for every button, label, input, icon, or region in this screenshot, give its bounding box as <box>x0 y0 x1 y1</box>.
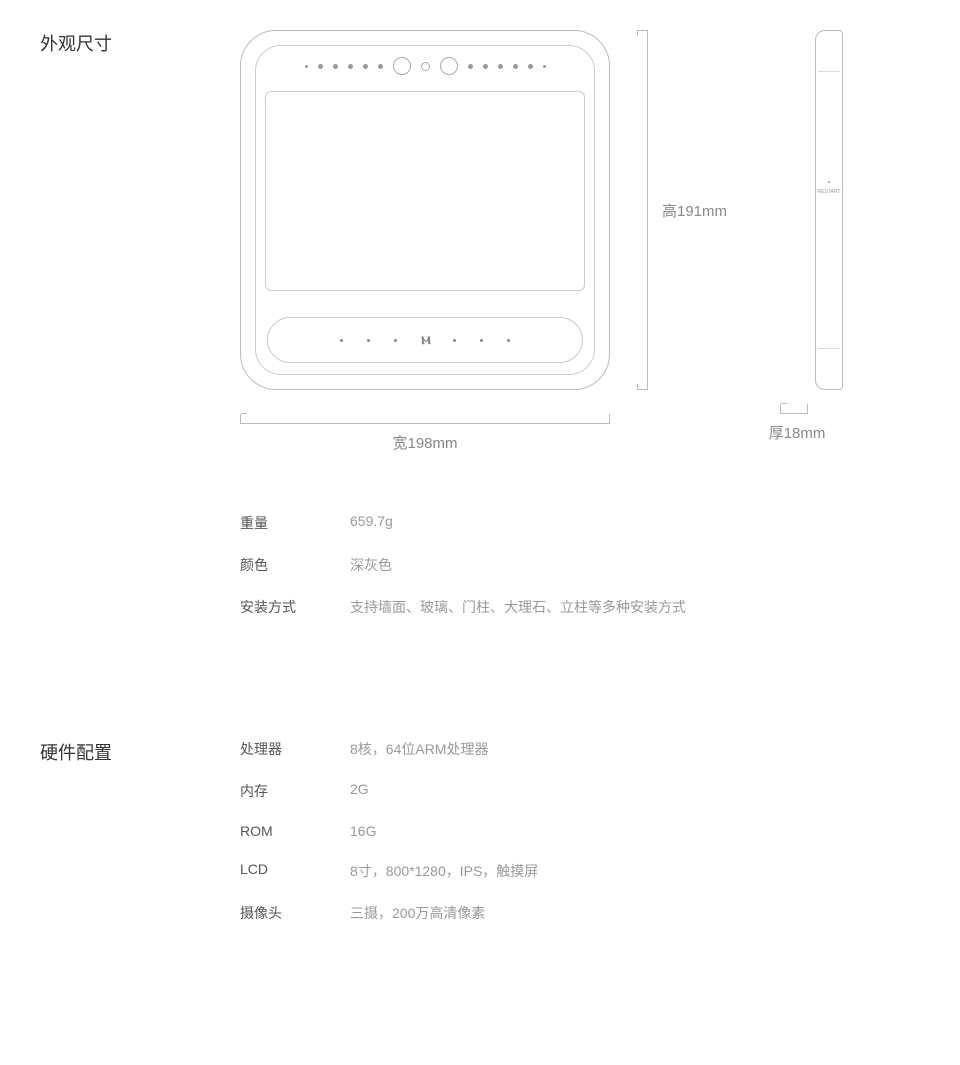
height-label: 高191mm <box>662 200 727 221</box>
button-dot <box>507 339 510 342</box>
spec-row: 处理器 8核，64位ARM处理器 <box>240 739 920 759</box>
page-container: 外观尺寸 <box>0 0 960 1065</box>
sensor-row <box>241 57 609 75</box>
side-seam <box>818 348 840 349</box>
spec-row: 内存 2G <box>240 781 920 801</box>
height-guide: 高191mm <box>638 30 727 390</box>
side-restart-label: RESTART <box>818 189 841 195</box>
thickness-bracket-icon <box>780 404 808 414</box>
section-body-hardware: 处理器 8核，64位ARM处理器 内存 2G ROM 16G LCD 8寸，80… <box>240 739 920 945</box>
device-button-bar: ⲙ <box>267 317 583 363</box>
button-dot <box>480 339 483 342</box>
dimensions-spec-list: 重量 659.7g 颜色 深灰色 安装方式 支持墙面、玻璃、门柱、大理石、立柱等… <box>240 513 920 617</box>
spec-label: 重量 <box>240 513 350 533</box>
camera-lens-icon <box>440 57 458 75</box>
spec-label: LCD <box>240 861 350 881</box>
side-indicator-dot <box>828 181 830 183</box>
sensor-dot <box>378 64 383 69</box>
camera-lens-small-icon <box>421 62 430 71</box>
diagram-area: ⲙ 宽198mm 高191m <box>240 30 920 453</box>
button-dot <box>367 339 370 342</box>
sensor-dot <box>513 64 518 69</box>
spec-row: 重量 659.7g <box>240 513 920 533</box>
sensor-dot <box>498 64 503 69</box>
width-label: 宽198mm <box>240 432 610 453</box>
thickness-label: 厚18mm <box>769 422 826 443</box>
spec-row: ROM 16G <box>240 823 920 839</box>
button-dot <box>453 339 456 342</box>
front-view-block: ⲙ 宽198mm <box>240 30 620 453</box>
sensor-dot <box>483 64 488 69</box>
button-dot <box>340 339 343 342</box>
spec-row: 安装方式 支持墙面、玻璃、门柱、大理石、立柱等多种安装方式 <box>240 597 920 617</box>
width-guide: 宽198mm <box>240 414 610 453</box>
spec-value: 深灰色 <box>350 555 392 575</box>
spec-row: LCD 8寸，800*1280，IPS，触摸屏 <box>240 861 920 881</box>
spec-label: 处理器 <box>240 739 350 759</box>
side-view-block: RESTART 厚18mm <box>745 30 843 443</box>
camera-lens-icon <box>393 57 411 75</box>
sensor-dot <box>318 64 323 69</box>
spec-label: 摄像头 <box>240 903 350 923</box>
device-front-view: ⲙ <box>240 30 620 400</box>
section-title-hardware: 硬件配置 <box>40 739 240 945</box>
button-dot <box>394 339 397 342</box>
section-hardware: 硬件配置 处理器 8核，64位ARM处理器 内存 2G ROM 16G LCD … <box>40 739 920 945</box>
spec-label: 安装方式 <box>240 597 350 617</box>
device-side-view: RESTART <box>815 30 843 390</box>
spec-row: 摄像头 三摄，200万高清像素 <box>240 903 920 923</box>
width-bracket-icon <box>240 414 610 424</box>
spec-label: 颜色 <box>240 555 350 575</box>
spec-row: 颜色 深灰色 <box>240 555 920 575</box>
spec-value: 2G <box>350 781 369 801</box>
spec-value: 支持墙面、玻璃、门柱、大理石、立柱等多种安装方式 <box>350 597 686 617</box>
height-bracket-icon <box>638 30 648 390</box>
device-logo-icon: ⲙ <box>421 331 428 349</box>
sensor-dot <box>305 65 308 68</box>
spec-value: 8寸，800*1280，IPS，触摸屏 <box>350 861 538 881</box>
sensor-dot <box>543 65 546 68</box>
spec-label: 内存 <box>240 781 350 801</box>
sensor-dot <box>348 64 353 69</box>
spec-label: ROM <box>240 823 350 839</box>
spec-value: 16G <box>350 823 376 839</box>
spec-value: 8核，64位ARM处理器 <box>350 739 488 759</box>
device-screen-outline <box>265 91 585 291</box>
section-dimensions: 外观尺寸 <box>40 30 920 639</box>
section-title-dimensions: 外观尺寸 <box>40 30 240 639</box>
sensor-dot <box>468 64 473 69</box>
sensor-dot <box>363 64 368 69</box>
sensor-dot <box>528 64 533 69</box>
spec-value: 659.7g <box>350 513 393 533</box>
sensor-dot <box>333 64 338 69</box>
side-seam <box>818 71 840 72</box>
spec-value: 三摄，200万高清像素 <box>350 903 485 923</box>
section-body-dimensions: ⲙ 宽198mm 高191m <box>240 30 920 639</box>
device-front-outline: ⲙ <box>240 30 610 390</box>
